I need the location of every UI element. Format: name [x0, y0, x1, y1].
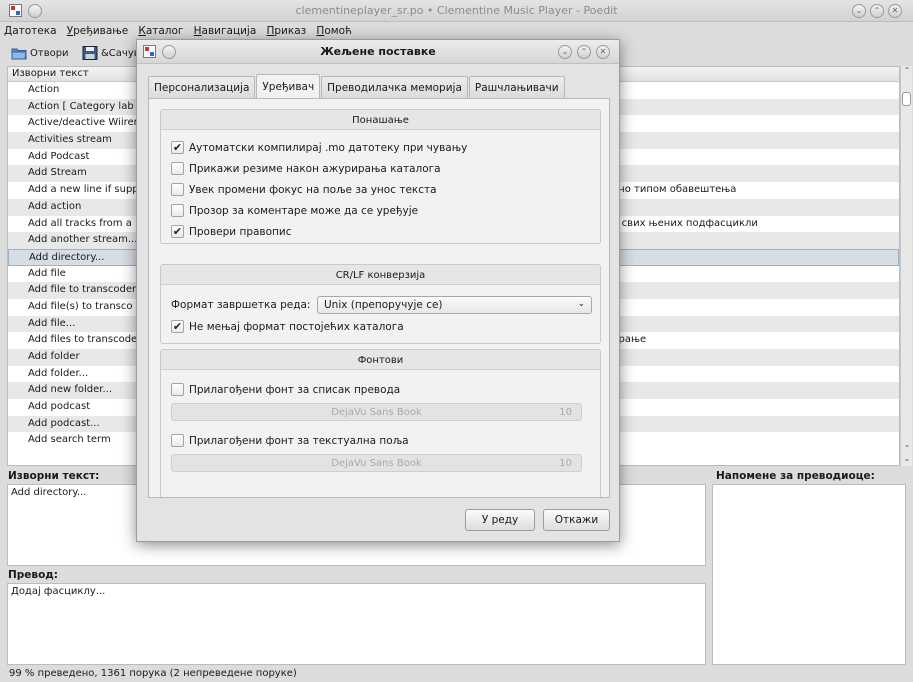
list-row-source: Add all tracks from a: [28, 217, 132, 229]
custom-list-font-checkbox[interactable]: Прилагођени фонт за списак превода: [171, 383, 400, 396]
dialog-maximize-button[interactable]: ⌃: [577, 45, 591, 59]
checkbox-label: Прикажи резиме након ажурирања каталога: [189, 162, 441, 175]
dialog-minimize-button[interactable]: ⌄: [558, 45, 572, 59]
checkbox-unchecked-icon: [171, 183, 184, 196]
scroll-up-icon[interactable]: ⌃: [901, 444, 913, 453]
cancel-button[interactable]: Откажи: [543, 509, 610, 531]
checkbox-label: Провери правопис: [189, 225, 292, 238]
translation-text-field[interactable]: Додај фасциклу...: [7, 583, 706, 665]
fonts-group-header: Фонтови: [161, 350, 600, 370]
menu-navigation[interactable]: Навигација: [190, 22, 260, 37]
chevron-down-icon: ⌄: [577, 299, 585, 309]
checkbox-unchecked-icon: [171, 204, 184, 217]
scrollbar-thumb[interactable]: [902, 92, 911, 106]
checkbox-unchecked-icon: [171, 383, 184, 396]
editor-tab-panel: Понашање ✔ Аутоматски компилирај .mo дат…: [148, 98, 610, 498]
dialog-close-button[interactable]: ✕: [596, 45, 610, 59]
ok-button[interactable]: У реду: [465, 509, 535, 531]
text-font-picker-button[interactable]: DejaVu Sans Book 10: [171, 454, 582, 472]
auto-compile-mo-checkbox[interactable]: ✔ Аутоматски компилирај .mo датотеку при…: [171, 141, 467, 154]
tab-personalization[interactable]: Персонализација: [148, 76, 256, 98]
show-summary-checkbox[interactable]: Прикажи резиме након ажурирања каталога: [171, 162, 441, 175]
font-size: 10: [559, 458, 572, 469]
checkbox-unchecked-icon: [171, 162, 184, 175]
notes-pane[interactable]: [712, 484, 906, 665]
tab-translation-memory[interactable]: Преводилачка меморија: [321, 76, 468, 98]
scroll-down-icon[interactable]: ⌄: [901, 454, 913, 463]
maximize-button[interactable]: ⌃: [870, 4, 884, 18]
spellcheck-checkbox[interactable]: ✔ Провери правопис: [171, 225, 292, 238]
checkbox-checked-icon: ✔: [171, 225, 184, 238]
checkbox-label: Аутоматски компилирај .mo датотеку при ч…: [189, 141, 468, 154]
statusbar: 99 % преведено, 1361 порука (2 непреведе…: [9, 668, 297, 679]
behavior-group-header: Понашање: [161, 110, 600, 130]
font-name: DejaVu Sans Book: [331, 407, 422, 418]
focus-text-field-checkbox[interactable]: Увек промени фокус на поље за унос текст…: [171, 183, 437, 196]
checkbox-label: Прилагођени фонт за текстуална поља: [189, 434, 409, 447]
fonts-group: Фонтови Прилагођени фонт за списак прево…: [160, 349, 601, 497]
open-label: Отвори: [30, 47, 69, 59]
checkbox-label: Прилагођени фонт за списак превода: [189, 383, 401, 396]
source-pane-label: Изворни текст:: [8, 470, 100, 482]
window-titlebar: clementineplayer_sr.po • Clementine Musi…: [0, 0, 913, 22]
font-name: DejaVu Sans Book: [331, 458, 422, 469]
line-ending-label: Формат завршетка реда:: [171, 299, 311, 311]
editable-comments-checkbox[interactable]: Прозор за коментаре може да се уређује: [171, 204, 418, 217]
translation-pane-label: Превод:: [8, 569, 58, 581]
checkbox-label: Прозор за коментаре може да се уређује: [189, 204, 419, 217]
window-title: clementineplayer_sr.po • Clementine Musi…: [295, 4, 618, 17]
list-scrollbar[interactable]: ⌃ ⌃ ⌄: [900, 66, 912, 466]
notes-pane-label: Напомене за преводиоце:: [716, 470, 875, 482]
dialog-title: Жељене поставке: [320, 45, 436, 58]
menubar: Датотека Уређивање Каталог Навигација Пр…: [0, 22, 913, 40]
menu-view[interactable]: Приказ: [262, 22, 309, 37]
line-ending-select[interactable]: Unix (препоручује се) ⌄: [317, 296, 592, 314]
tab-editor[interactable]: Уређивач: [256, 74, 321, 98]
line-ending-value: Unix (препоручује се): [324, 299, 443, 311]
font-size: 10: [559, 407, 572, 418]
behavior-group: Понашање ✔ Аутоматски компилирај .mo дат…: [160, 109, 601, 244]
checkbox-unchecked-icon: [171, 434, 184, 447]
tab-parsers[interactable]: Рашчлањивачи: [468, 76, 565, 98]
preferences-tabs: Персонализација Уређивач Преводилачка ме…: [148, 74, 566, 98]
checkbox-label: Увек промени фокус на поље за унос текст…: [189, 183, 437, 196]
menu-help[interactable]: Помоћ: [312, 22, 355, 37]
open-button[interactable]: Отвори: [11, 44, 69, 62]
checkbox-label: Не мењај формат постојећих каталога: [189, 320, 404, 333]
keep-format-checkbox[interactable]: ✔ Не мењај формат постојећих каталога: [171, 320, 404, 333]
menu-file[interactable]: Датотека: [0, 22, 60, 37]
folder-open-icon: [11, 48, 27, 60]
menu-edit[interactable]: Уређивање: [63, 22, 131, 37]
custom-text-font-checkbox[interactable]: Прилагођени фонт за текстуална поља: [171, 434, 409, 447]
crlf-group: CR/LF конверзија Формат завршетка реда: …: [160, 264, 601, 344]
checkbox-checked-icon: ✔: [171, 141, 184, 154]
minimize-button[interactable]: ⌄: [852, 4, 866, 18]
checkbox-checked-icon: ✔: [171, 320, 184, 333]
menu-catalog[interactable]: Каталог: [134, 22, 186, 37]
dialog-titlebar: Жељене поставке ⌄ ⌃ ✕: [137, 40, 619, 64]
list-row-translation: кано типом обавештења: [606, 184, 737, 196]
list-font-picker-button[interactable]: DejaVu Sans Book 10: [171, 403, 582, 421]
list-row-source: Add a new line if supp: [28, 184, 139, 196]
scroll-up-icon[interactable]: ⌃: [901, 66, 913, 75]
floppy-disk-icon: [82, 46, 98, 60]
close-button[interactable]: ✕: [888, 4, 902, 18]
list-row-translation: и свих њених подфасцикли: [612, 217, 758, 229]
crlf-group-header: CR/LF конверзија: [161, 265, 600, 285]
list-row-source: Add files to transcode: [28, 334, 138, 346]
preferences-dialog: Жељене поставке ⌄ ⌃ ✕ Персонализација Ур…: [136, 39, 620, 542]
